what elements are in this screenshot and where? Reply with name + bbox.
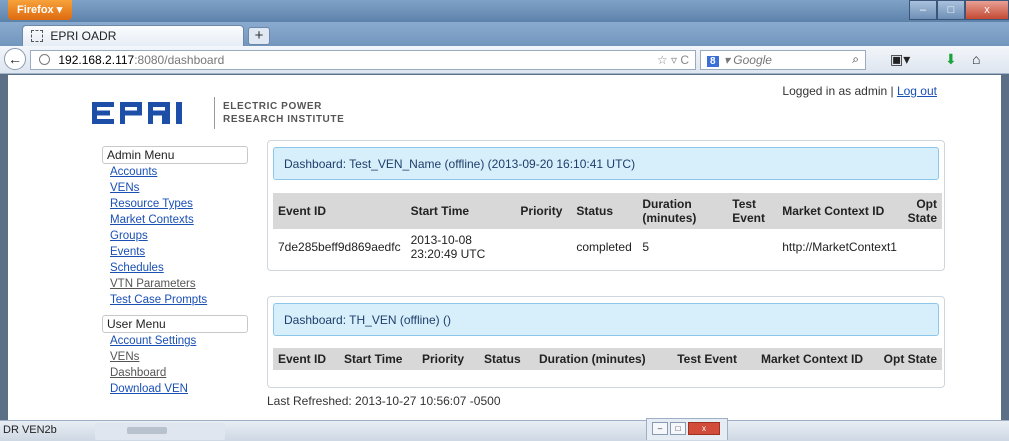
cell-test-event xyxy=(727,229,777,265)
taskbar: DR VEN2b xyxy=(0,420,1009,441)
events-table: Event ID Start Time Priority Status Dura… xyxy=(273,348,942,370)
dashboard-panel-title: Dashboard: TH_VEN (offline) () xyxy=(273,303,939,336)
column-header-test-event: Test Event xyxy=(732,197,765,225)
column-header-start-time: Start Time xyxy=(344,352,403,366)
search-placeholder: Google xyxy=(733,53,772,67)
navigation-toolbar: ← 192.168.2.117:8080/dashboard ☆ ▿ C 8 ▾… xyxy=(0,46,1009,74)
minimize-button[interactable]: – xyxy=(652,422,668,435)
cell-status: completed xyxy=(576,240,632,254)
column-header-priority: Priority xyxy=(520,204,563,218)
user-menu-item-download-ven[interactable]: Download VEN xyxy=(110,381,248,397)
cell-start-time: 2013-10-08 23:20:49 UTC xyxy=(410,233,486,261)
url-bar-controls[interactable]: ☆ ▿ C xyxy=(657,53,689,67)
url-path: :8080/dashboard xyxy=(134,53,225,67)
column-header-duration: Duration (minutes) xyxy=(642,197,697,225)
home-icon[interactable]: ⌂ xyxy=(972,51,980,67)
dashboard-panel-test-ven: Dashboard: Test_VEN_Name (offline) (2013… xyxy=(267,140,945,271)
admin-menu-item-market-contexts[interactable]: Market Contexts xyxy=(110,212,248,228)
column-header-status: Status xyxy=(484,352,521,366)
column-header-event-id: Event ID xyxy=(278,352,327,366)
url-host: 192.168.2.117 xyxy=(58,53,135,67)
firefox-menu-button[interactable]: Firefox ▾ xyxy=(8,0,72,20)
login-status: Logged in as admin | Log out xyxy=(782,84,937,98)
maximize-button[interactable]: □ xyxy=(937,0,965,20)
user-menu-title: User Menu xyxy=(102,315,248,333)
table-header-row: Event ID Start Time Priority Status Dura… xyxy=(273,348,942,370)
window-controls: – □ x xyxy=(909,0,1009,20)
logo-text-line2: RESEARCH INSTITUTE xyxy=(223,114,345,125)
close-button[interactable]: x xyxy=(688,422,720,435)
column-header-event-id: Event ID xyxy=(278,204,327,218)
back-arrow-icon[interactable]: ← xyxy=(4,48,26,70)
admin-menu-item-resource-types[interactable]: Resource Types xyxy=(110,196,248,212)
admin-menu-item-events[interactable]: Events xyxy=(110,244,248,260)
last-refreshed-text: Last Refreshed: 2013-10-27 10:56:07 -050… xyxy=(267,394,501,408)
admin-menu-item-schedules[interactable]: Schedules xyxy=(110,260,248,276)
logo-text-line1: ELECTRIC POWER xyxy=(223,101,322,112)
table-header-row: Event ID Start Time Priority Status Dura… xyxy=(273,193,942,229)
search-bar[interactable]: 8 ▾ Google ⌕ xyxy=(700,50,866,70)
user-menu-item-vens[interactable]: VENs xyxy=(110,349,248,365)
events-table: Event ID Start Time Priority Status Dura… xyxy=(273,193,942,265)
logout-link[interactable]: Log out xyxy=(897,84,937,98)
column-header-duration: Duration (minutes) xyxy=(539,352,646,366)
taskbar-window-label[interactable]: DR VEN2b xyxy=(3,424,57,436)
user-menu-list: Account Settings VENs Dashboard Download… xyxy=(102,333,248,397)
cell-priority xyxy=(515,229,571,265)
download-arrow-icon[interactable]: ⬇ xyxy=(945,51,957,68)
column-header-start-time: Start Time xyxy=(410,204,470,218)
dashboard-panel-th-ven: Dashboard: TH_VEN (offline) () Event ID … xyxy=(267,296,945,388)
firefox-menu-label: Firefox xyxy=(17,4,54,16)
user-menu-item-dashboard[interactable]: Dashboard xyxy=(110,365,248,381)
url-bar[interactable]: 192.168.2.117:8080/dashboard ☆ ▿ C xyxy=(30,50,696,70)
background-window-controls: – □ x xyxy=(646,418,728,440)
admin-menu-title: Admin Menu xyxy=(102,146,248,164)
cell-opt-state xyxy=(902,229,942,265)
admin-menu-item-vtn-parameters[interactable]: VTN Parameters xyxy=(110,276,248,292)
logged-in-text: Logged in as admin | xyxy=(782,84,897,98)
tab-title: EPRI OADR xyxy=(50,29,117,43)
admin-menu-list: Accounts VENs Resource Types Market Cont… xyxy=(102,164,248,308)
web-page: ELECTRIC POWER RESEARCH INSTITUTE Logged… xyxy=(8,75,1001,420)
logo-divider xyxy=(214,97,215,129)
globe-icon xyxy=(39,54,50,65)
cell-market-context: http://MarketContext1 xyxy=(782,240,897,254)
tab-strip: EPRI OADR + xyxy=(0,22,1009,46)
dashboard-panel-title: Dashboard: Test_VEN_Name (offline) (2013… xyxy=(273,147,939,180)
new-tab-button[interactable]: + xyxy=(248,27,270,45)
column-header-test-event: Test Event xyxy=(677,352,737,366)
window-titlebar: Firefox ▾ – □ x xyxy=(0,0,1009,22)
maximize-button[interactable]: □ xyxy=(670,422,686,435)
admin-menu-item-vens[interactable]: VENs xyxy=(110,180,248,196)
bookmarks-icon[interactable]: ▣▾ xyxy=(890,51,910,68)
logo-text: ELECTRIC POWER RESEARCH INSTITUTE xyxy=(223,100,344,126)
column-header-market-context: Market Context ID xyxy=(760,352,863,366)
column-header-opt-state: Opt State xyxy=(883,352,937,366)
column-header-priority: Priority xyxy=(422,352,465,366)
admin-menu-item-accounts[interactable]: Accounts xyxy=(110,164,248,180)
minimize-button[interactable]: – xyxy=(909,0,937,20)
admin-menu-item-groups[interactable]: Groups xyxy=(110,228,248,244)
column-header-opt-state: Opt State xyxy=(907,197,937,225)
search-icon[interactable]: ⌕ xyxy=(852,52,859,67)
cell-duration: 5 xyxy=(642,240,650,254)
epri-logo: ELECTRIC POWER RESEARCH INSTITUTE xyxy=(92,97,344,129)
close-button[interactable]: x xyxy=(965,0,1009,20)
epri-logo-mark-icon xyxy=(92,102,182,124)
sidebar-menus: Admin Menu Accounts VENs Resource Types … xyxy=(102,146,248,397)
taskbar-item[interactable] xyxy=(95,423,225,440)
taskbar-item-label xyxy=(127,427,167,434)
user-menu-item-account-settings[interactable]: Account Settings xyxy=(110,333,248,349)
tab-epri-oadr[interactable]: EPRI OADR xyxy=(22,25,244,46)
search-engine-icon[interactable]: 8 xyxy=(707,56,719,67)
admin-menu-item-test-case-prompts[interactable]: Test Case Prompts xyxy=(110,292,248,308)
column-header-market-context: Market Context ID xyxy=(782,204,885,218)
cell-event-id: 7de285beff9d869aedfc xyxy=(278,240,401,254)
column-header-status: Status xyxy=(576,204,614,218)
page-favicon-icon xyxy=(31,30,43,42)
table-row: 7de285beff9d869aedfc 2013-10-08 23:20:49… xyxy=(273,229,942,265)
